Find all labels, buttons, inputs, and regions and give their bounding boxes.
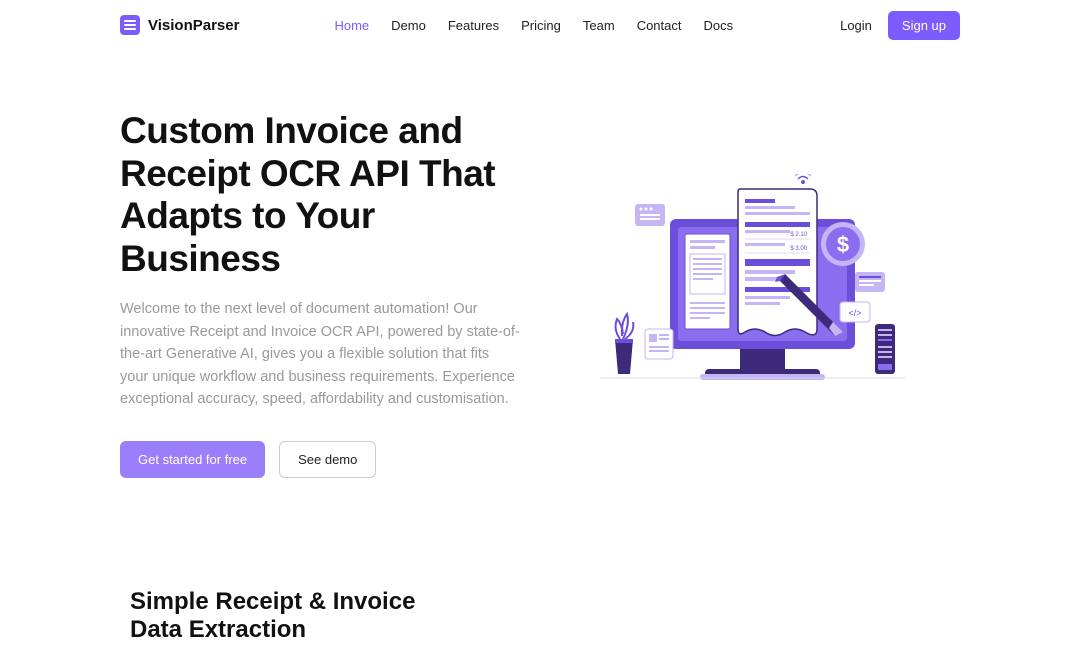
nav-home[interactable]: Home (334, 18, 369, 33)
section2-title: Simple Receipt & Invoice Data Extraction (130, 588, 430, 645)
svg-text:$: $ (837, 232, 849, 257)
brand-name: VisionParser (148, 17, 239, 34)
hero-buttons: Get started for free See demo (120, 441, 520, 478)
hero-title: Custom Invoice and Receipt OCR API That … (120, 110, 520, 280)
nav-pricing[interactable]: Pricing (521, 18, 561, 33)
invoice-illustration-icon: $ 2.10 $ 3.00 $ (585, 174, 935, 414)
svg-text:$ 2.10: $ 2.10 (790, 232, 807, 238)
nav: Home Demo Features Pricing Team Contact … (334, 18, 733, 33)
nav-team[interactable]: Team (583, 18, 615, 33)
svg-text:$ 3.00: $ 3.00 (790, 246, 807, 252)
nav-demo[interactable]: Demo (391, 18, 426, 33)
get-started-button[interactable]: Get started for free (120, 441, 265, 478)
brand[interactable]: VisionParser (120, 15, 239, 35)
nav-contact[interactable]: Contact (637, 18, 682, 33)
document-icon (120, 15, 140, 35)
nav-docs[interactable]: Docs (704, 18, 734, 33)
hero-description: Welcome to the next level of document au… (120, 298, 520, 410)
svg-text:</>: </> (848, 308, 861, 318)
hero-illustration: $ 2.10 $ 3.00 $ (560, 110, 960, 478)
auth: Login Sign up (840, 11, 960, 40)
login-link[interactable]: Login (840, 18, 872, 33)
signup-button[interactable]: Sign up (888, 11, 960, 40)
hero-content: Custom Invoice and Receipt OCR API That … (120, 110, 520, 478)
section-data-extraction: Simple Receipt & Invoice Data Extraction (0, 478, 1080, 645)
hero: Custom Invoice and Receipt OCR API That … (0, 50, 1080, 478)
see-demo-button[interactable]: See demo (279, 441, 376, 478)
nav-features[interactable]: Features (448, 18, 499, 33)
